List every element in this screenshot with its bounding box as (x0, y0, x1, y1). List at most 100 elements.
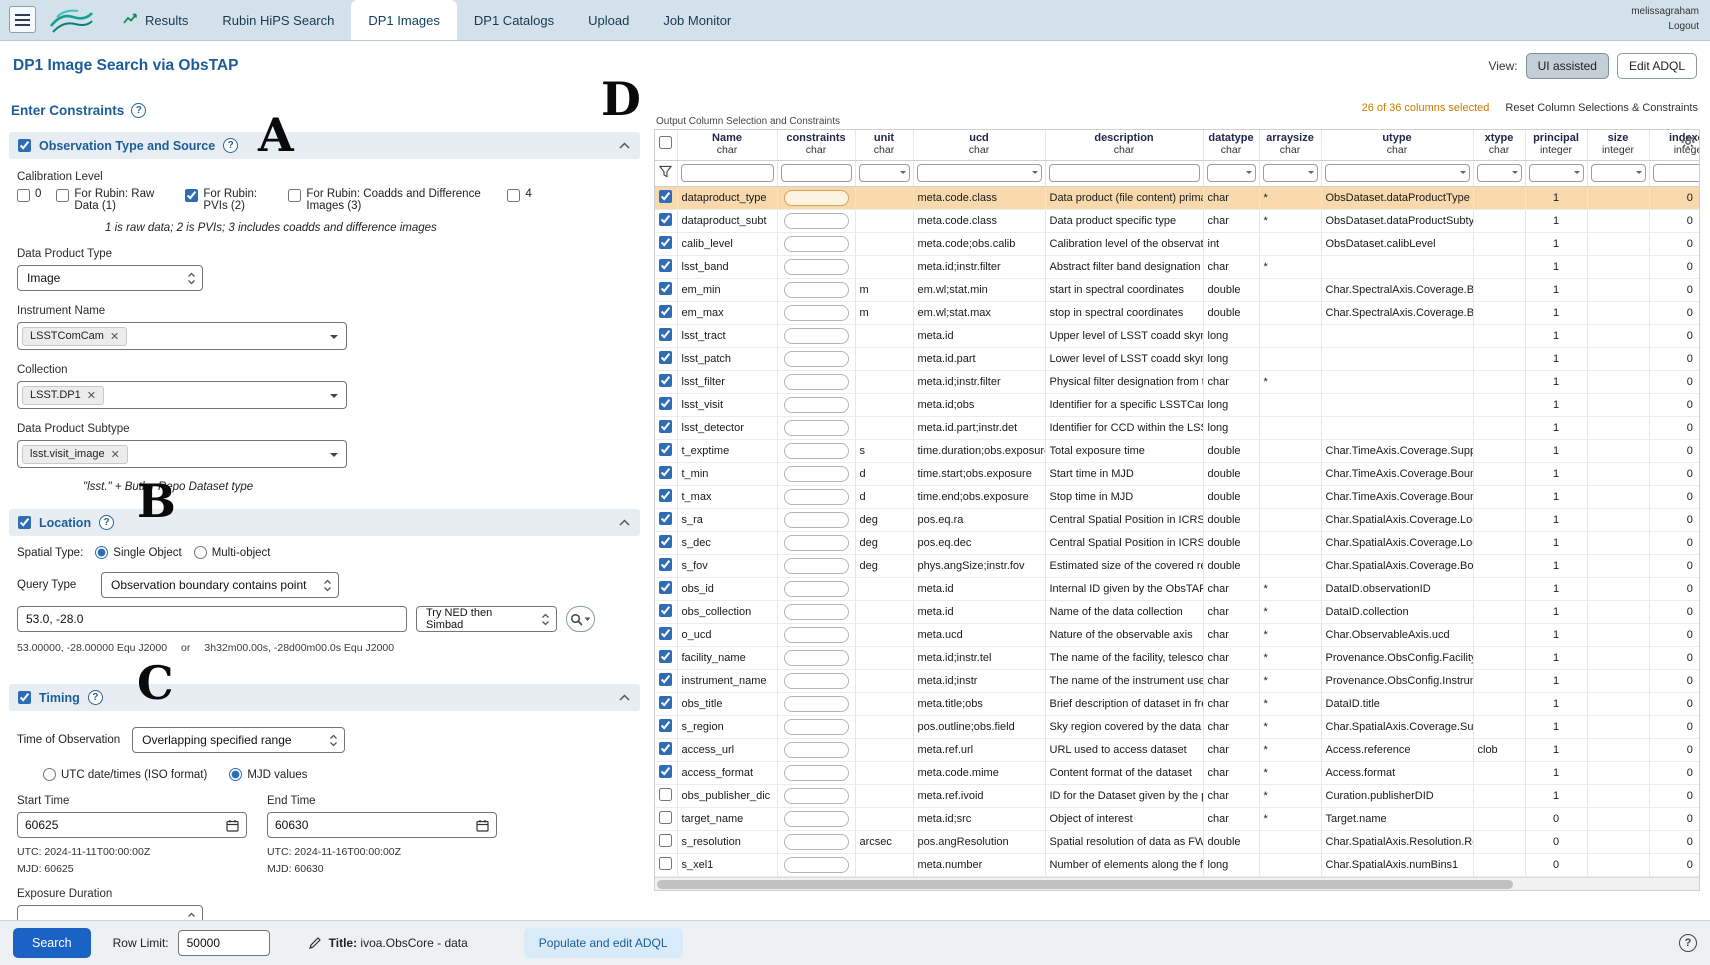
row-select-checkbox[interactable] (659, 489, 672, 502)
single-object-radio[interactable]: Single Object (95, 546, 181, 559)
row-select-checkbox[interactable] (659, 719, 672, 732)
column-header-ucd[interactable]: ucd (918, 132, 1041, 144)
calib-checkbox-raw[interactable] (56, 189, 69, 202)
constraint-input[interactable] (784, 213, 849, 229)
calib-checkbox-0[interactable] (17, 189, 30, 202)
location-help-icon[interactable]: ? (99, 515, 114, 530)
row-select-checkbox[interactable] (659, 834, 672, 847)
timing-collapse-icon[interactable] (618, 693, 631, 702)
row-select-checkbox[interactable] (659, 466, 672, 479)
filter-indexed-select[interactable] (1653, 164, 1701, 182)
filter-utype-select[interactable] (1325, 164, 1470, 182)
constraint-input[interactable] (784, 673, 849, 689)
select-all-checkbox[interactable] (659, 136, 672, 149)
data-product-type-select[interactable]: Image (17, 265, 203, 291)
constraint-input[interactable] (784, 236, 849, 252)
row-select-checkbox[interactable] (659, 351, 672, 364)
utc-format-radio-input[interactable] (43, 768, 56, 781)
table-row[interactable]: lsst_visit meta.id;obs Identifier for a … (655, 393, 1700, 416)
table-row[interactable]: dataproduct_subt meta.code.class Data pr… (655, 209, 1700, 232)
table-row[interactable]: instrument_name meta.id;instr The name o… (655, 669, 1700, 692)
horizontal-scrollbar[interactable] (655, 877, 1699, 890)
row-select-checkbox[interactable] (659, 857, 672, 870)
observation-enable-checkbox[interactable] (18, 139, 31, 152)
table-row[interactable]: em_min m em.wl;stat.min start in spectra… (655, 278, 1700, 301)
table-options-gear-icon[interactable] (1681, 135, 1695, 154)
location-enable-checkbox[interactable] (18, 516, 31, 529)
row-limit-input[interactable] (178, 930, 270, 956)
constraint-input[interactable] (784, 604, 849, 620)
tab-dp1-images[interactable]: DP1 Images (351, 0, 457, 40)
tab-job-monitor[interactable]: Job Monitor (646, 0, 748, 40)
table-row[interactable]: s_dec deg pos.eq.dec Central Spatial Pos… (655, 531, 1700, 554)
tab-upload[interactable]: Upload (571, 0, 646, 40)
row-select-checkbox[interactable] (659, 259, 672, 272)
chip-remove-icon[interactable]: ✕ (87, 389, 96, 402)
row-select-checkbox[interactable] (659, 420, 672, 433)
row-select-checkbox[interactable] (659, 742, 672, 755)
scrollbar-thumb[interactable] (657, 880, 1513, 889)
calendar-icon[interactable] (226, 819, 239, 832)
table-row[interactable]: obs_id meta.id Internal ID given by the … (655, 577, 1700, 600)
constraints-help-icon[interactable]: ? (131, 103, 146, 118)
column-header-principal[interactable]: principal (1530, 132, 1583, 144)
resolve-search-button[interactable] (566, 606, 595, 632)
observation-help-icon[interactable]: ? (223, 138, 238, 153)
exposure-duration-select[interactable] (17, 905, 203, 920)
location-collapse-icon[interactable] (618, 518, 631, 527)
table-row[interactable]: s_resolution arcsec pos.angResolution Sp… (655, 830, 1700, 853)
table-row[interactable]: obs_collection meta.id Name of the data … (655, 600, 1700, 623)
populate-edit-adql-button[interactable]: Populate and edit ADQL (524, 928, 683, 958)
tab-rubin-hips-search[interactable]: Rubin HiPS Search (205, 0, 351, 40)
row-select-checkbox[interactable] (659, 696, 672, 709)
start-time-input[interactable] (25, 818, 226, 832)
calib-checkbox-pvis[interactable] (185, 189, 198, 202)
table-row[interactable]: em_max m em.wl;stat.max stop in spectral… (655, 301, 1700, 324)
table-row[interactable]: access_format meta.code.mime Content for… (655, 761, 1700, 784)
filter-ucd-select[interactable] (917, 164, 1042, 182)
row-select-checkbox[interactable] (659, 581, 672, 594)
table-row[interactable]: t_max d time.end;obs.exposure Stop time … (655, 485, 1700, 508)
table-row[interactable]: lsst_detector meta.id.part;instr.det Ide… (655, 416, 1700, 439)
table-row[interactable]: obs_title meta.title;obs Brief descripti… (655, 692, 1700, 715)
observation-collapse-icon[interactable] (618, 141, 631, 150)
row-select-checkbox[interactable] (659, 374, 672, 387)
collection-select[interactable]: LSST.DP1 ✕ (17, 381, 347, 409)
table-row[interactable]: lsst_tract meta.id Upper level of LSST c… (655, 324, 1700, 347)
table-row[interactable]: o_ucd meta.ucd Nature of the observable … (655, 623, 1700, 646)
constraint-input[interactable] (784, 857, 849, 873)
data-product-subtype-select[interactable]: lsst.visit_image ✕ (17, 440, 347, 468)
tab-dp1-catalogs[interactable]: DP1 Catalogs (457, 0, 571, 40)
table-row[interactable]: dataproduct_type meta.code.class Data pr… (655, 186, 1700, 209)
row-select-checkbox[interactable] (659, 213, 672, 226)
row-select-checkbox[interactable] (659, 443, 672, 456)
calib-option-4[interactable]: 4 (507, 188, 531, 202)
chip-remove-icon[interactable]: ✕ (111, 448, 120, 461)
column-header-datatype[interactable]: datatype (1208, 132, 1255, 144)
timing-help-icon[interactable]: ? (88, 690, 103, 705)
filter-constraints-input[interactable] (781, 164, 852, 182)
view-edit-adql-button[interactable]: Edit ADQL (1617, 53, 1697, 79)
column-header-name[interactable]: Name (682, 132, 773, 144)
edit-title-pencil-icon[interactable] (308, 936, 322, 950)
table-row[interactable]: access_url meta.ref.url URL used to acce… (655, 738, 1700, 761)
calib-option-raw[interactable]: For Rubin: Raw Data (1) (56, 188, 170, 212)
table-row[interactable]: facility_name meta.id;instr.tel The name… (655, 646, 1700, 669)
constraint-input[interactable] (784, 190, 849, 206)
column-header-utype[interactable]: utype (1326, 132, 1469, 144)
constraint-input[interactable] (784, 489, 849, 505)
multi-object-radio-input[interactable] (194, 546, 207, 559)
resolver-select[interactable]: Try NED then Simbad (416, 606, 557, 632)
calib-checkbox-4[interactable] (507, 189, 520, 202)
constraint-input[interactable] (784, 742, 849, 758)
row-select-checkbox[interactable] (659, 190, 672, 203)
row-select-checkbox[interactable] (659, 811, 672, 824)
chip-remove-icon[interactable]: ✕ (110, 330, 119, 343)
table-row[interactable]: calib_level meta.code;obs.calib Calibrat… (655, 232, 1700, 255)
row-select-checkbox[interactable] (659, 236, 672, 249)
row-select-checkbox[interactable] (659, 397, 672, 410)
hamburger-menu-button[interactable] (9, 6, 36, 33)
row-select-checkbox[interactable] (659, 558, 672, 571)
constraint-input[interactable] (784, 765, 849, 781)
calendar-icon[interactable] (476, 819, 489, 832)
